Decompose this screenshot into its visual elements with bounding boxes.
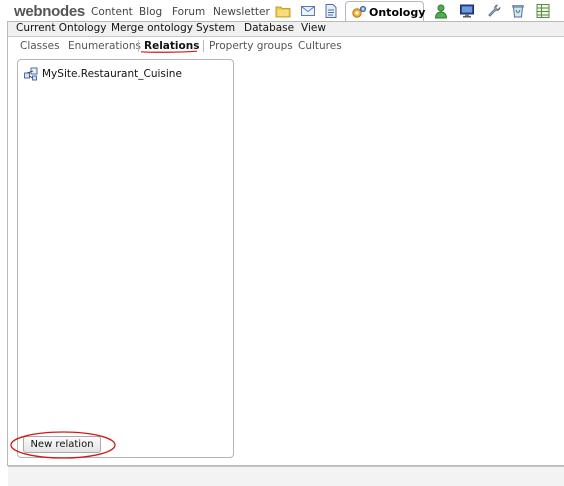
nav-blog[interactable]: Blog (139, 6, 162, 18)
tab-ontology[interactable]: Ontology (345, 1, 426, 22)
top-navigation: webnodes Content Blog Forum Newsletter O… (0, 0, 564, 22)
folder-icon[interactable] (275, 3, 291, 19)
subtab-cultures[interactable]: Cultures (298, 40, 342, 52)
relation-icon (24, 67, 38, 81)
document-icon[interactable] (323, 3, 339, 19)
new-relation-highlight-ellipse (10, 431, 116, 459)
menu-current-ontology[interactable]: Current Ontology (16, 22, 106, 34)
menu-system[interactable]: System (196, 22, 235, 34)
user-icon[interactable] (433, 3, 449, 19)
tab-ontology-label: Ontology (369, 6, 426, 19)
subtabs: Classes Enumerations Relations Property … (8, 37, 564, 54)
relations-highlight-underline (140, 50, 198, 53)
menubar: Current Ontology Merge ontology System D… (8, 22, 564, 37)
relations-list-panel (17, 59, 234, 458)
subtab-separator (138, 40, 139, 52)
relation-item[interactable]: MySite.Restaurant_Cuisine (24, 66, 182, 82)
wrench-icon[interactable] (486, 3, 502, 19)
status-bar (8, 466, 564, 486)
mail-icon[interactable] (300, 3, 316, 19)
relation-item-label: MySite.Restaurant_Cuisine (42, 68, 182, 80)
computer-icon[interactable] (459, 3, 475, 19)
subtab-separator (203, 40, 204, 52)
spreadsheet-icon[interactable] (535, 3, 551, 19)
webnodes-logo[interactable]: webnodes (14, 3, 85, 20)
nav-newsletter[interactable]: Newsletter (213, 6, 270, 18)
subtab-enumerations[interactable]: Enumerations (68, 40, 141, 52)
ontology-icon (351, 5, 367, 20)
subtab-property-groups[interactable]: Property groups (209, 40, 293, 52)
menu-database[interactable]: Database (244, 22, 294, 34)
nav-forum[interactable]: Forum (172, 6, 205, 18)
subtab-classes[interactable]: Classes (20, 40, 60, 52)
menu-merge-ontology[interactable]: Merge ontology (111, 22, 193, 34)
nav-content[interactable]: Content (91, 6, 133, 18)
menu-view[interactable]: View (301, 22, 326, 34)
recycle-bin-icon[interactable] (510, 3, 526, 19)
